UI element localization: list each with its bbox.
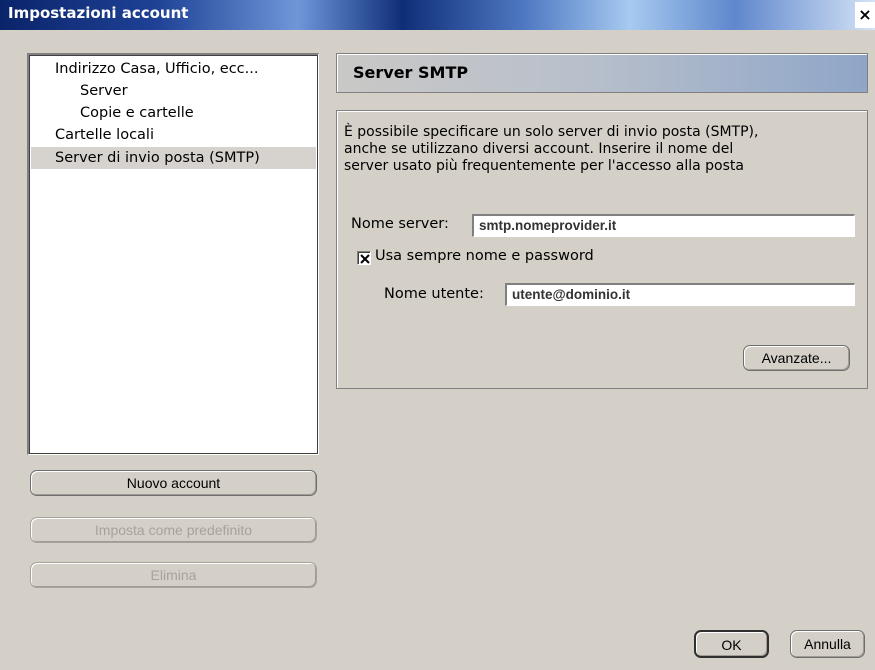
tree-item-server[interactable]: Server xyxy=(31,80,128,102)
smtp-description: È possibile specificare un solo server d… xyxy=(344,124,859,175)
close-button[interactable]: × xyxy=(855,2,875,28)
delete-account-button[interactable]: Elimina xyxy=(30,562,317,588)
account-tree[interactable]: Indirizzo Casa, Ufficio, ecc... Server C… xyxy=(27,53,319,455)
panel-title: Server SMTP xyxy=(353,63,469,82)
cancel-button[interactable]: Annulla xyxy=(790,630,865,658)
always-auth-checkbox[interactable] xyxy=(357,251,371,265)
username-field[interactable]: utente@dominio.it xyxy=(505,283,855,306)
always-auth-label[interactable]: Usa sempre nome e password xyxy=(375,248,594,264)
description-line: server usato più frequentemente per l'ac… xyxy=(344,158,744,174)
ok-button[interactable]: OK xyxy=(694,630,769,658)
panel-header: Server SMTP xyxy=(336,53,868,93)
description-line: È possibile specificare un solo server d… xyxy=(344,124,759,140)
tree-item-local-folders[interactable]: Cartelle locali xyxy=(31,124,154,146)
window-title: Impostazioni account xyxy=(8,4,189,22)
set-default-button[interactable]: Imposta come predefinito xyxy=(30,517,317,543)
advanced-button[interactable]: Avanzate... xyxy=(743,345,850,371)
title-bar[interactable]: Impostazioni account × xyxy=(0,0,875,30)
username-label: Nome utente: xyxy=(384,286,484,302)
new-account-button[interactable]: Nuovo account xyxy=(30,470,317,496)
server-name-field[interactable]: smtp.nomeprovider.it xyxy=(472,214,855,237)
account-settings-window: Impostazioni account × Indirizzo Casa, U… xyxy=(0,0,875,670)
tree-item-copies-folders[interactable]: Copie e cartelle xyxy=(31,102,194,124)
description-line: anche se utilizzano diversi account. Ins… xyxy=(344,141,734,157)
tree-item-account[interactable]: Indirizzo Casa, Ufficio, ecc... xyxy=(31,58,258,80)
tree-item-smtp-server[interactable]: Server di invio posta (SMTP) xyxy=(31,147,316,169)
server-name-label: Nome server: xyxy=(351,216,449,232)
close-icon: × xyxy=(858,5,872,24)
check-icon xyxy=(360,254,370,264)
